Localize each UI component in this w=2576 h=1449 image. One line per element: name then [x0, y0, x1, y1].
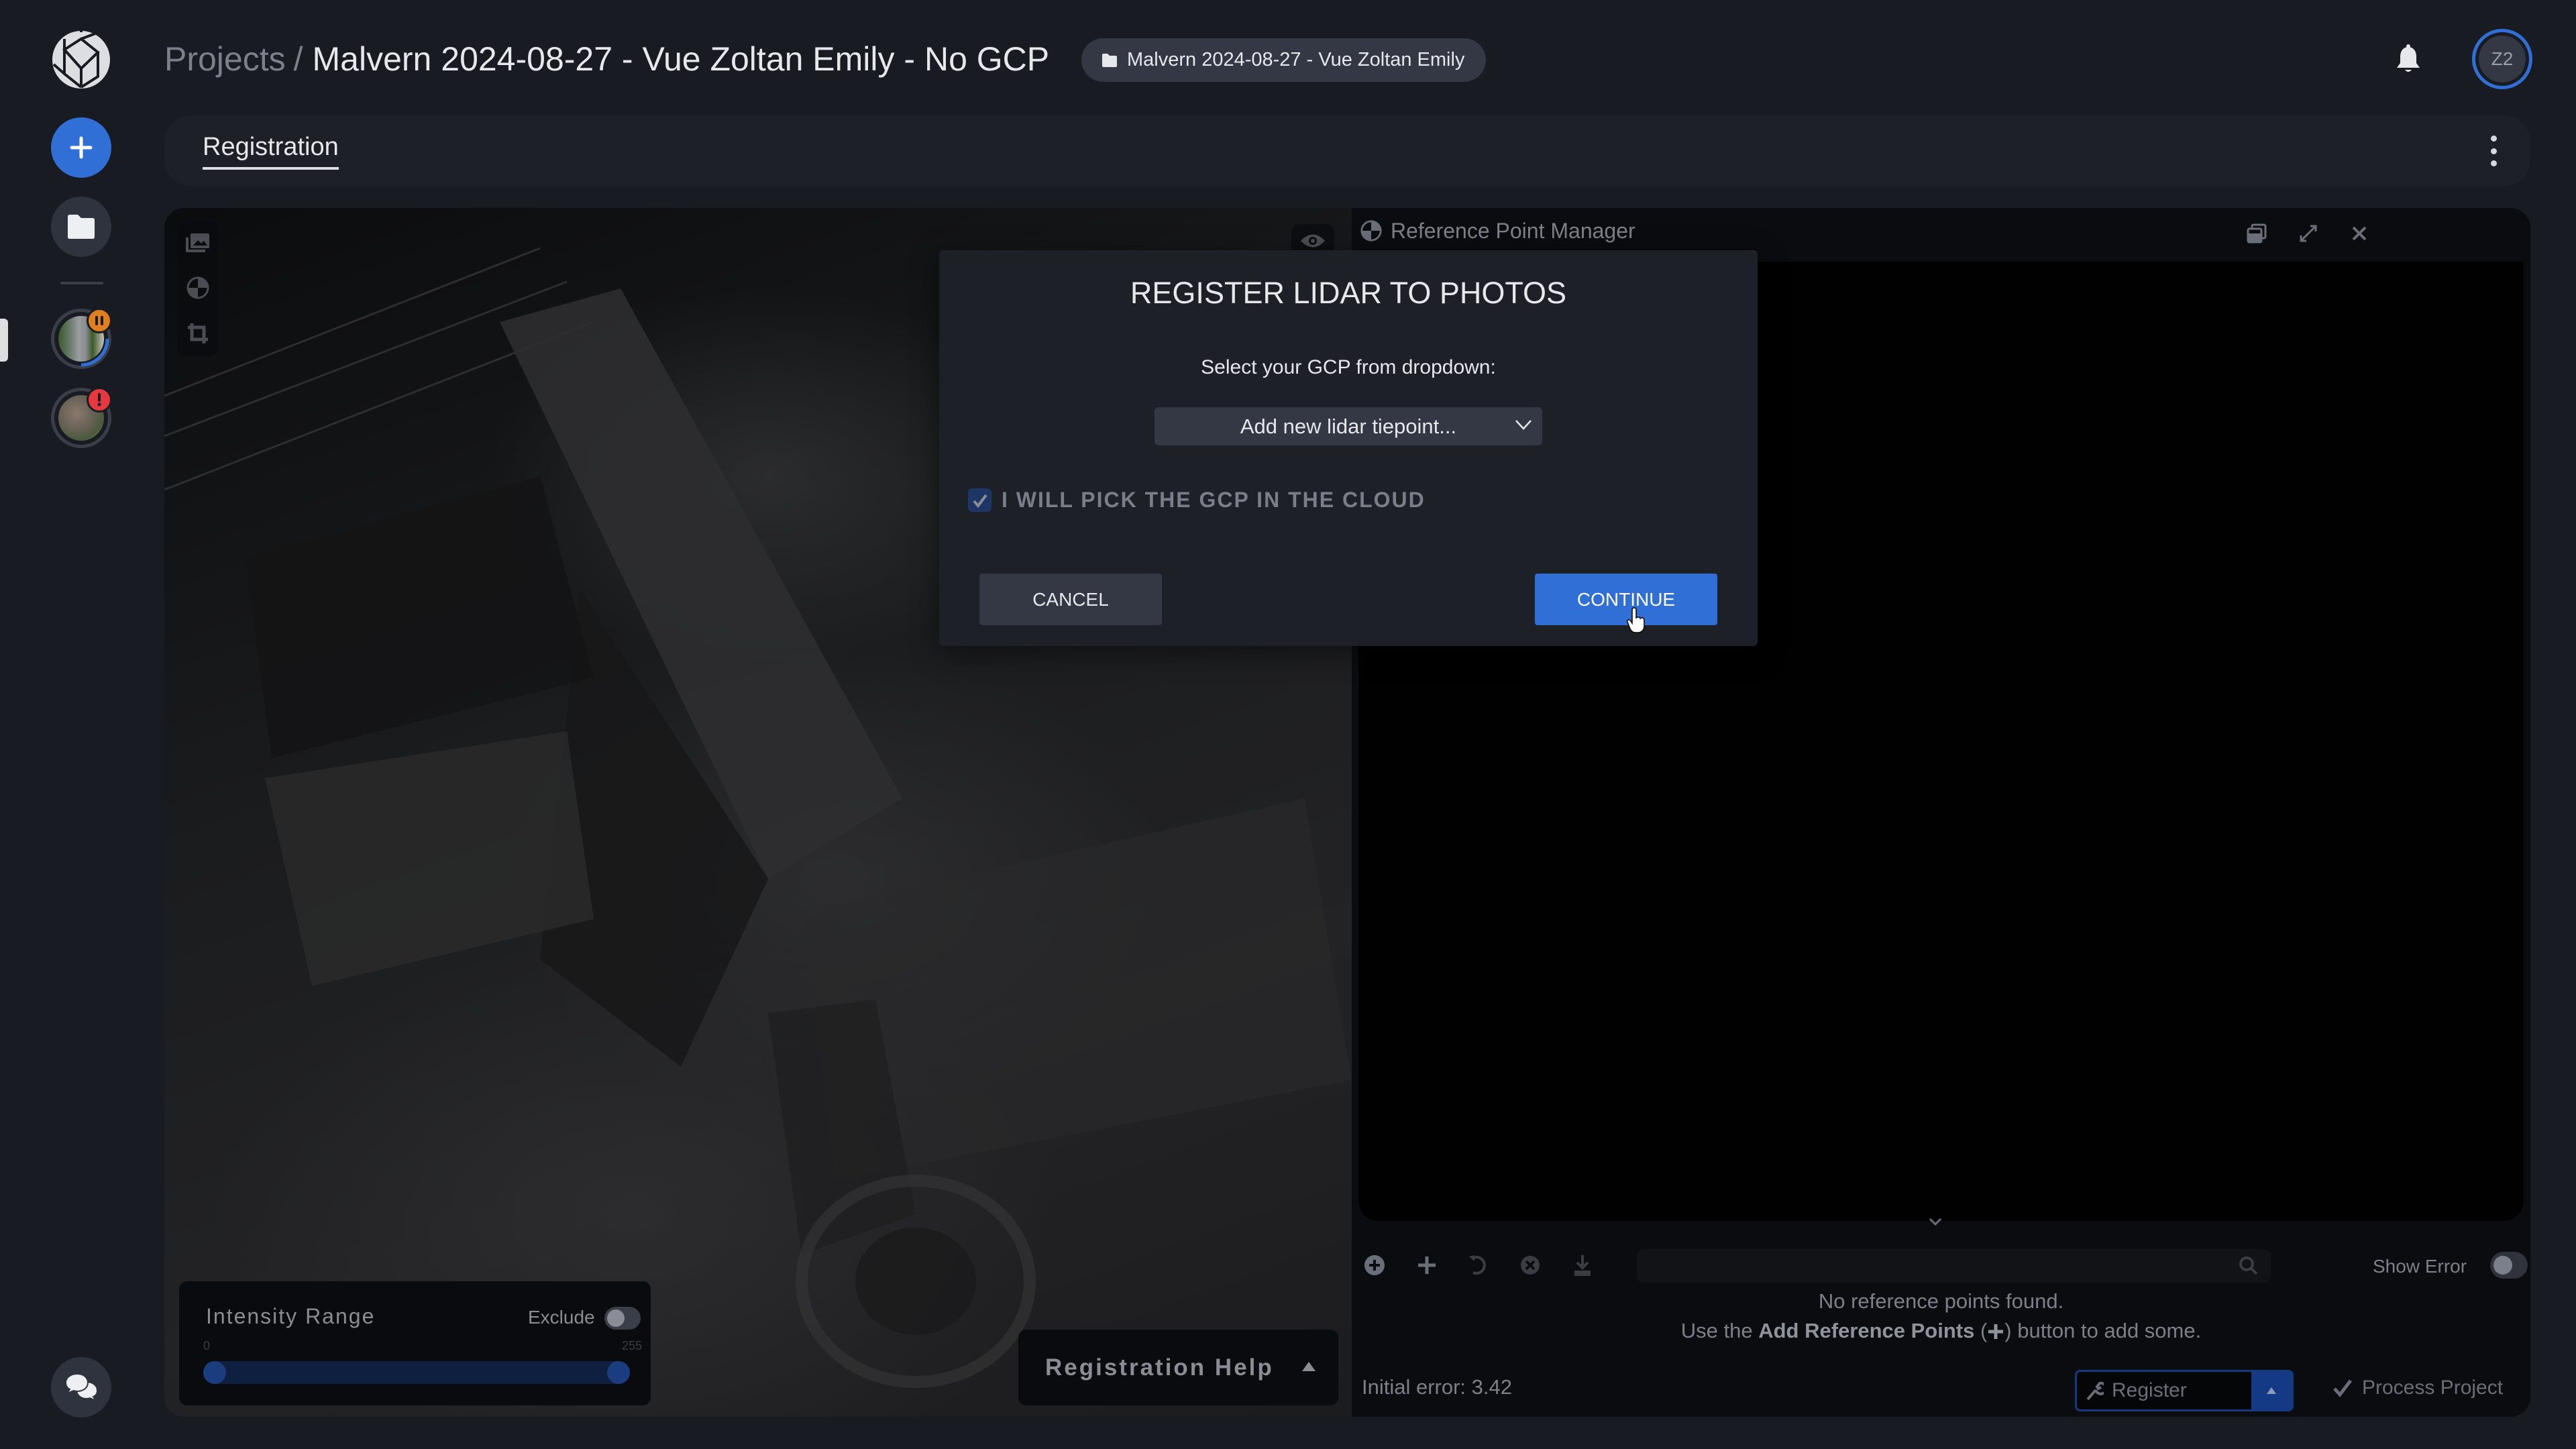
- sidebar-project-street[interactable]: [51, 308, 112, 369]
- tab-bar: Registration: [164, 115, 2530, 186]
- viewer-toolbar: [178, 221, 218, 356]
- panel-title: Reference Point Manager: [1391, 219, 1635, 243]
- chat-button[interactable]: [51, 1357, 111, 1417]
- bell-icon: [2397, 44, 2420, 72]
- user-avatar[interactable]: Z2: [2472, 29, 2532, 89]
- paused-badge: [87, 308, 112, 333]
- breadcrumb-projects-link[interactable]: Projects: [164, 40, 286, 78]
- x-circle-icon: [1521, 1256, 1540, 1275]
- gcp-select-value: Add new lidar tiepoint...: [1240, 414, 1457, 438]
- download-button[interactable]: [1570, 1253, 1595, 1277]
- range-max-label: 255: [622, 1339, 643, 1352]
- reference-toolbar: Show Error: [1352, 1241, 2530, 1288]
- plus-icon: [70, 136, 93, 159]
- close-icon: [2352, 226, 2367, 241]
- sidebar-divider: [60, 282, 103, 284]
- clear-points-button[interactable]: [1518, 1253, 1542, 1277]
- error-badge: [87, 387, 112, 413]
- cancel-button[interactable]: CANCEL: [979, 574, 1162, 625]
- undo-button[interactable]: [1466, 1253, 1490, 1277]
- checkmark-icon: [972, 494, 987, 508]
- pick-in-cloud-checkbox[interactable]: [968, 488, 991, 512]
- aperture-logo-icon[interactable]: [51, 30, 111, 90]
- avatar-initials: Z2: [2479, 36, 2526, 83]
- folder-icon: [68, 215, 95, 239]
- registration-help-label: Registration Help: [1045, 1354, 1274, 1381]
- hand-cursor-icon: [1627, 607, 1645, 633]
- plus-icon: [1418, 1256, 1436, 1274]
- show-error-toggle[interactable]: [2490, 1252, 2528, 1279]
- crop-icon[interactable]: [186, 322, 209, 345]
- add-reference-points-button[interactable]: [1362, 1253, 1387, 1277]
- add-project-button[interactable]: [51, 117, 111, 178]
- process-project-label: Process Project: [2362, 1377, 2504, 1399]
- chevron-down-icon: [1515, 420, 1532, 430]
- empty-state-title: No reference points found.: [1818, 1289, 2064, 1313]
- breadcrumb-separator: /: [293, 40, 303, 78]
- continue-button[interactable]: CONTINUE: [1535, 574, 1717, 625]
- process-project-button[interactable]: Process Project: [2332, 1377, 2503, 1399]
- check-icon: [2333, 1379, 2352, 1397]
- project-folder-chip[interactable]: Malvern 2024-08-27 - Vue Zoltan Emily: [1081, 38, 1487, 82]
- intensity-range-slider[interactable]: [203, 1361, 630, 1384]
- range-min-label: 0: [203, 1339, 211, 1352]
- wrench-icon: [2086, 1381, 2104, 1401]
- restore-window-icon: [2247, 223, 2267, 244]
- project-chip-label: Malvern 2024-08-27 - Vue Zoltan Emily: [1127, 49, 1465, 70]
- undo-icon: [1469, 1255, 1486, 1275]
- range-high-handle[interactable]: [607, 1361, 630, 1384]
- restore-window-button[interactable]: [2243, 220, 2270, 247]
- register-lidar-dialog: REGISTER LIDAR TO PHOTOS Select your GCP…: [939, 250, 1758, 646]
- chat-bubbles-icon: [64, 1373, 99, 1402]
- projects-folder-button[interactable]: [51, 197, 111, 257]
- plus-circle-icon: [1364, 1255, 1385, 1275]
- collapse-button[interactable]: [1929, 1212, 1942, 1232]
- register-button[interactable]: Register: [2077, 1372, 2251, 1409]
- expand-button[interactable]: [2295, 220, 2322, 247]
- tab-registration[interactable]: Registration: [203, 133, 339, 170]
- register-dropdown-toggle[interactable]: [2251, 1372, 2292, 1409]
- target-icon[interactable]: [186, 276, 210, 300]
- intensity-range-panel: Intensity Range Exclude 0 255: [179, 1281, 651, 1405]
- search-icon: [2239, 1256, 2258, 1275]
- breadcrumb: Projects / Malvern 2024-08-27 - Vue Zolt…: [164, 38, 1049, 80]
- images-icon[interactable]: [185, 232, 211, 254]
- download-icon: [1574, 1255, 1591, 1276]
- eye-icon: [1301, 234, 1325, 248]
- show-error-label: Show Error: [2373, 1256, 2467, 1277]
- caret-up-icon: [1302, 1362, 1316, 1371]
- gcp-select-dropdown[interactable]: Add new lidar tiepoint...: [1155, 407, 1542, 445]
- registration-help-button[interactable]: Registration Help: [1018, 1330, 1338, 1405]
- dialog-prompt: Select your GCP from dropdown:: [1201, 356, 1496, 378]
- more-options-button[interactable]: [2483, 136, 2504, 166]
- pause-icon: [95, 316, 103, 325]
- exclamation-icon: [97, 393, 101, 407]
- reference-search-input[interactable]: [1637, 1249, 2271, 1283]
- sidebar: [0, 0, 164, 1449]
- register-split-button: Register: [2075, 1370, 2294, 1411]
- active-project-marker: [0, 319, 8, 362]
- sidebar-project-terrain[interactable]: [51, 387, 112, 448]
- pick-in-cloud-label[interactable]: I WILL PICK THE GCP IN THE CLOUD: [1002, 488, 1426, 513]
- page-title: Malvern 2024-08-27 - Vue Zoltan Emily - …: [312, 40, 1050, 78]
- register-label: Register: [2112, 1379, 2187, 1401]
- more-vertical-icon: [2490, 136, 2497, 142]
- close-panel-button[interactable]: [2346, 220, 2373, 247]
- add-point-button[interactable]: [1415, 1253, 1439, 1277]
- initial-error-readout: Initial error: 3.42: [1362, 1375, 1512, 1399]
- expand-arrows-icon: [2300, 225, 2317, 242]
- plus-icon: [1988, 1324, 2004, 1339]
- empty-state-hint: Use the Add Reference Points () button t…: [1680, 1319, 2202, 1342]
- notifications-button[interactable]: [2394, 44, 2423, 75]
- empty-state-hint-bold: Add Reference Points: [1758, 1319, 1975, 1342]
- chevron-down-icon: [1929, 1218, 1942, 1226]
- range-low-handle[interactable]: [203, 1361, 226, 1384]
- intensity-range-title: Intensity Range: [206, 1304, 376, 1328]
- folder-icon: [1102, 53, 1117, 67]
- dialog-title: REGISTER LIDAR TO PHOTOS: [1130, 276, 1567, 310]
- exclude-toggle[interactable]: [604, 1307, 641, 1330]
- exclude-label: Exclude: [528, 1307, 595, 1328]
- caret-up-icon: [2267, 1387, 2276, 1394]
- target-icon: [1360, 220, 1382, 241]
